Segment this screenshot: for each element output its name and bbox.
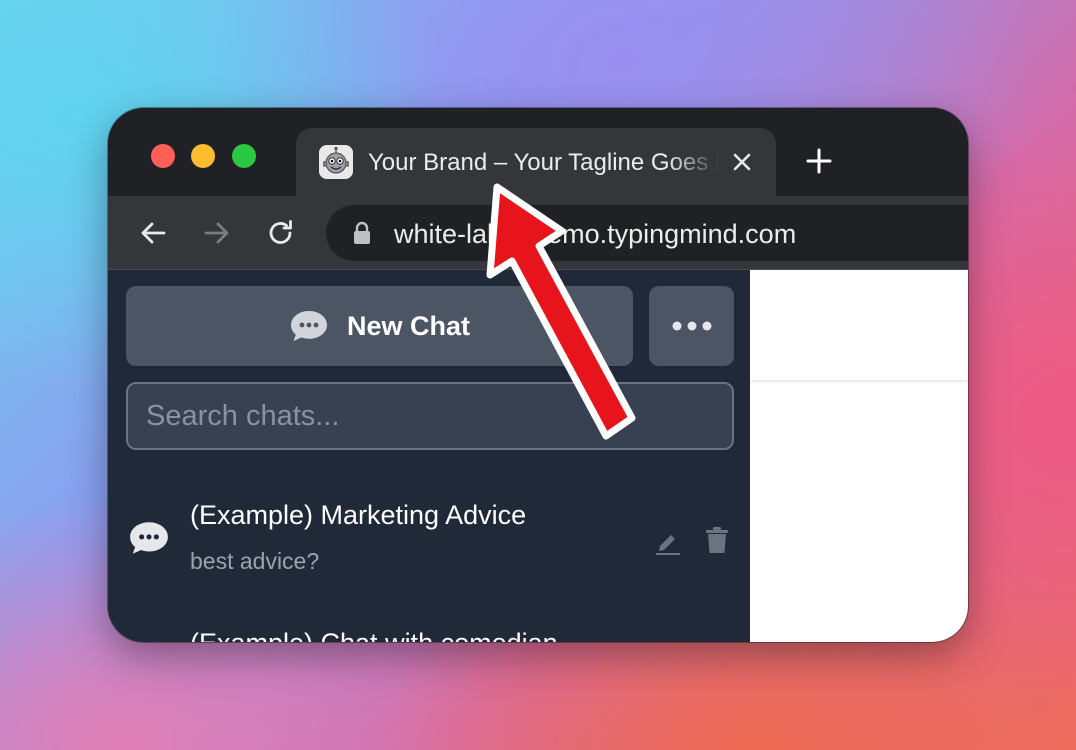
reload-icon[interactable] — [266, 218, 296, 248]
page-content: New Chat (E — [108, 270, 968, 642]
minimize-window-button[interactable] — [191, 144, 215, 168]
chat-bubble-icon — [289, 309, 329, 343]
lock-icon — [352, 221, 372, 245]
new-chat-label: New Chat — [346, 310, 471, 341]
chat-list-item[interactable]: (Example) Chat with comedian — [108, 610, 750, 642]
zoom-window-button[interactable] — [232, 144, 256, 168]
new-chat-button[interactable]: New Chat — [126, 286, 633, 366]
robot-logo-icon — [319, 145, 353, 179]
browser-window: Your Brand – Your Tagline Goes Here — [108, 108, 968, 642]
main-divider — [750, 380, 968, 384]
close-tab-icon[interactable] — [730, 150, 754, 174]
chat-title: (Example) Marketing Advice — [190, 500, 527, 530]
more-dots-icon — [672, 321, 711, 331]
forward-arrow-icon[interactable] — [202, 218, 232, 248]
new-tab-icon[interactable] — [804, 146, 834, 176]
main-panel — [750, 270, 968, 642]
close-window-button[interactable] — [151, 144, 175, 168]
address-bar[interactable]: white-label-demo.typingmind.com — [326, 205, 968, 261]
browser-tab[interactable]: Your Brand – Your Tagline Goes Here — [296, 128, 776, 196]
more-options-button[interactable] — [649, 286, 734, 366]
chat-bubble-icon — [128, 520, 170, 556]
chat-title: (Example) Chat with comedian — [190, 628, 558, 642]
chat-list-item[interactable]: (Example) Marketing Advice best advice? — [108, 482, 750, 592]
tab-strip: Your Brand – Your Tagline Goes Here — [108, 108, 968, 196]
edit-pencil-icon[interactable] — [654, 528, 682, 556]
trash-icon[interactable] — [705, 526, 729, 554]
chat-preview: best advice? — [190, 548, 320, 574]
chat-sidebar: New Chat (E — [108, 270, 750, 642]
browser-tab-title: Your Brand – Your Tagline Goes Here — [368, 149, 720, 176]
search-chats-input[interactable] — [126, 382, 734, 450]
address-url: white-label-demo.typingmind.com — [394, 219, 797, 249]
browser-toolbar: white-label-demo.typingmind.com — [108, 196, 968, 270]
back-arrow-icon[interactable] — [138, 218, 168, 248]
